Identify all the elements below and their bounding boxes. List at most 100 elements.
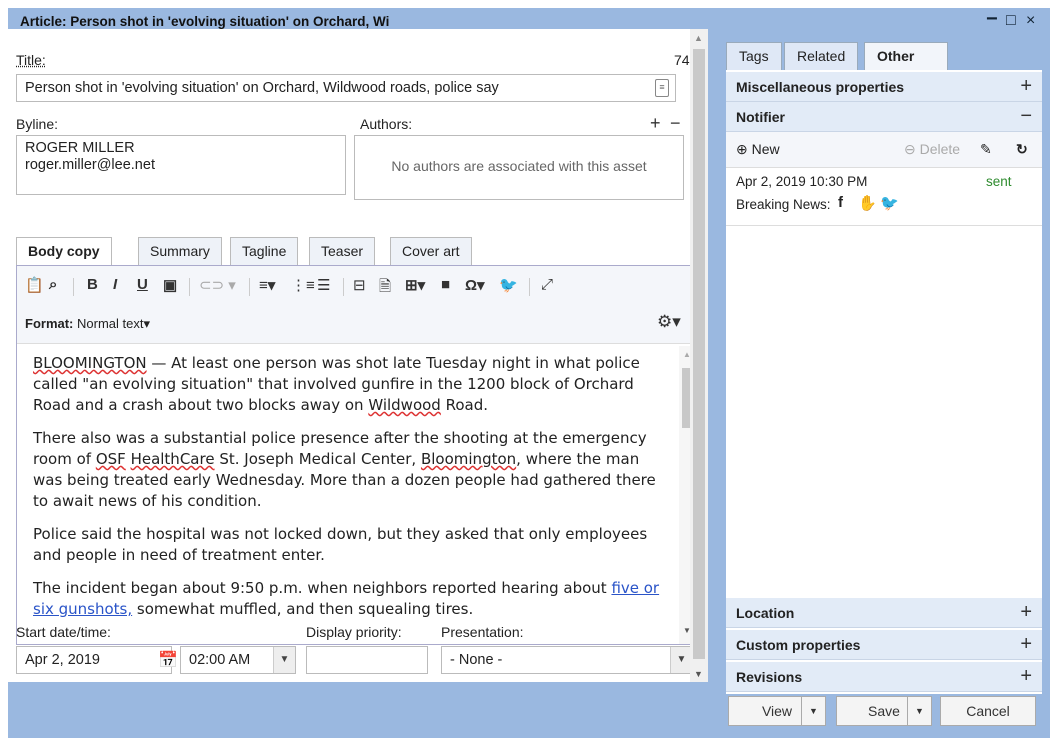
align-icon[interactable]: ≡▾ xyxy=(259,276,275,294)
bold-icon[interactable]: B xyxy=(87,276,98,293)
start-time-select[interactable]: 02:00 AM ▼ xyxy=(180,646,296,674)
tab-summary[interactable]: Summary xyxy=(138,237,222,265)
tab-cover-art[interactable]: Cover art xyxy=(390,237,472,265)
authors-empty-text: No authors are associated with this asse… xyxy=(391,158,647,174)
numbered-list-icon[interactable]: ⋮≡ xyxy=(291,276,315,294)
text-run: St. Joseph Medical Center, xyxy=(214,450,421,468)
chevron-down-icon[interactable]: ▼ xyxy=(801,697,825,725)
table-icon[interactable]: ⊞▾ xyxy=(405,276,425,294)
gear-icon[interactable]: ⚙▾ xyxy=(657,312,681,332)
body-editor: 📋 ⌕ B I U ▣ ⊂⊃ ▾ ≡▾ ⋮≡ ☰ ⊟ 🗎 ⊞▾ ■ Ω▾ 🐦 ⤢… xyxy=(16,265,696,645)
find-replace-icon[interactable]: ⌕ xyxy=(49,276,57,293)
window-title: Article: Person shot in 'evolving situat… xyxy=(20,14,390,29)
fullscreen-icon[interactable]: ⤢ xyxy=(541,276,553,293)
notification-status: sent xyxy=(986,174,1012,189)
chevron-down-icon[interactable]: ▼ xyxy=(273,647,295,673)
body-text[interactable]: BLOOMINGTON — At least one person was sh… xyxy=(17,345,677,645)
calendar-icon[interactable]: 📅 xyxy=(158,650,178,670)
toolbar-divider xyxy=(189,278,190,296)
new-notification-button[interactable]: ⊕ New xyxy=(736,141,780,158)
insert-block-icon[interactable]: ⊟ xyxy=(353,276,366,294)
text-run: somewhat muffled, and then squealing tir… xyxy=(132,600,474,618)
misc-properties-header[interactable]: Miscellaneous properties + xyxy=(726,72,1042,102)
scroll-down-icon[interactable]: ▼ xyxy=(694,669,703,679)
tab-other[interactable]: Other xyxy=(864,42,948,70)
italic-icon[interactable]: I xyxy=(113,276,117,293)
format-value: Normal text xyxy=(77,316,144,331)
cancel-button[interactable]: Cancel xyxy=(940,696,1036,726)
location-header[interactable]: Location + xyxy=(726,598,1042,628)
byline-label: Byline: xyxy=(16,116,59,132)
close-icon[interactable]: × xyxy=(1026,12,1035,30)
expand-icon[interactable]: + xyxy=(1020,75,1032,98)
custom-properties-header[interactable]: Custom properties + xyxy=(726,630,1042,660)
section-title: Miscellaneous properties xyxy=(736,79,905,95)
paste-icon[interactable]: 📋 xyxy=(25,276,44,294)
text-run: Road. xyxy=(440,396,489,414)
collapse-icon[interactable]: − xyxy=(1020,105,1032,128)
refresh-icon[interactable]: ↻ xyxy=(1016,141,1028,158)
remove-author-button[interactable]: − xyxy=(670,113,681,134)
link-icon[interactable]: ⊂⊃ ▾ xyxy=(199,276,236,294)
toolbar-divider xyxy=(529,278,530,296)
tab-body-copy[interactable]: Body copy xyxy=(16,237,112,266)
twitter-icon: 🐦 xyxy=(880,195,899,212)
spellcheck-icon[interactable]: ≡ xyxy=(655,79,669,97)
revisions-header[interactable]: Revisions + xyxy=(726,662,1042,692)
underline-icon[interactable]: U xyxy=(137,276,148,293)
tab-related[interactable]: Related xyxy=(784,42,859,70)
toolbar-divider xyxy=(249,278,250,296)
bullet-list-icon[interactable]: ☰ xyxy=(317,276,330,294)
insert-file-icon[interactable]: 🗎 xyxy=(379,276,391,301)
notifier-header[interactable]: Notifier − xyxy=(726,102,1042,132)
maximize-icon[interactable]: □ xyxy=(1006,12,1016,30)
delete-notification-button[interactable]: ⊖ Delete xyxy=(904,141,960,158)
notifier-toolbar: ⊕ New ⊖ Delete ✎ ↻ xyxy=(726,132,1042,168)
start-date-input[interactable]: Apr 2, 2019 xyxy=(16,646,172,674)
minimize-icon[interactable]: − xyxy=(986,8,998,31)
edit-icon[interactable]: ✎ xyxy=(980,141,992,158)
facebook-icon: f xyxy=(838,194,843,211)
misspelled-word: BLOOMINGTON xyxy=(33,354,147,372)
special-char-icon[interactable]: Ω▾ xyxy=(465,276,485,294)
scroll-up-icon[interactable]: ▲ xyxy=(694,33,703,43)
authors-label: Authors: xyxy=(360,116,413,132)
insert-special-icon[interactable]: ▣ xyxy=(163,276,177,294)
scroll-thumb[interactable] xyxy=(693,49,705,659)
chevron-down-icon[interactable]: ▼ xyxy=(907,697,931,725)
title-char-count: 74 xyxy=(674,52,690,68)
cancel-label: Cancel xyxy=(966,703,1010,719)
format-label: Format: xyxy=(25,316,74,331)
title-input[interactable]: Person shot in 'evolving situation' on O… xyxy=(16,74,676,102)
expand-icon[interactable]: + xyxy=(1020,633,1032,656)
start-datetime-label: Start date/time: xyxy=(16,624,111,640)
body-paragraph: BLOOMINGTON — At least one person was sh… xyxy=(33,353,661,416)
twitter-embed-icon[interactable]: 🐦 xyxy=(499,276,518,294)
tab-tags[interactable]: Tags xyxy=(726,42,782,70)
chevron-down-icon[interactable]: ▼ xyxy=(670,647,692,673)
add-author-button[interactable]: + xyxy=(650,113,661,134)
body-paragraph: Police said the hospital was not locked … xyxy=(33,525,648,564)
display-priority-input[interactable] xyxy=(306,646,428,674)
presentation-select[interactable]: - None - ▼ xyxy=(441,646,693,674)
authors-list: No authors are associated with this asse… xyxy=(354,135,684,200)
section-title: Custom properties xyxy=(736,637,861,653)
video-icon[interactable]: ■ xyxy=(441,276,450,293)
byline-email: roger.miller@lee.net xyxy=(25,157,155,173)
save-button[interactable]: Save ▼ xyxy=(836,696,932,726)
section-title: Location xyxy=(736,605,795,621)
notification-channel: Breaking News: xyxy=(736,197,831,212)
expand-icon[interactable]: + xyxy=(1020,601,1032,624)
section-title: Revisions xyxy=(736,669,803,685)
form-scrollbar[interactable]: ▲ ▼ xyxy=(690,29,708,682)
format-dropdown[interactable]: Format: Normal text▾ xyxy=(25,316,150,332)
notification-item[interactable]: Apr 2, 2019 10:30 PM sent Breaking News:… xyxy=(726,168,1042,226)
expand-icon[interactable]: + xyxy=(1020,665,1032,688)
misspelled-word: Bloomington xyxy=(420,450,517,468)
text-run: The incident began about 9:50 p.m. when … xyxy=(33,579,612,597)
byline-field[interactable]: ROGER MILLER roger.miller@lee.net xyxy=(16,135,346,195)
view-button[interactable]: View ▼ xyxy=(728,696,826,726)
section-title: Notifier xyxy=(736,109,785,125)
tab-tagline[interactable]: Tagline xyxy=(230,237,299,265)
tab-teaser[interactable]: Teaser xyxy=(309,237,376,265)
